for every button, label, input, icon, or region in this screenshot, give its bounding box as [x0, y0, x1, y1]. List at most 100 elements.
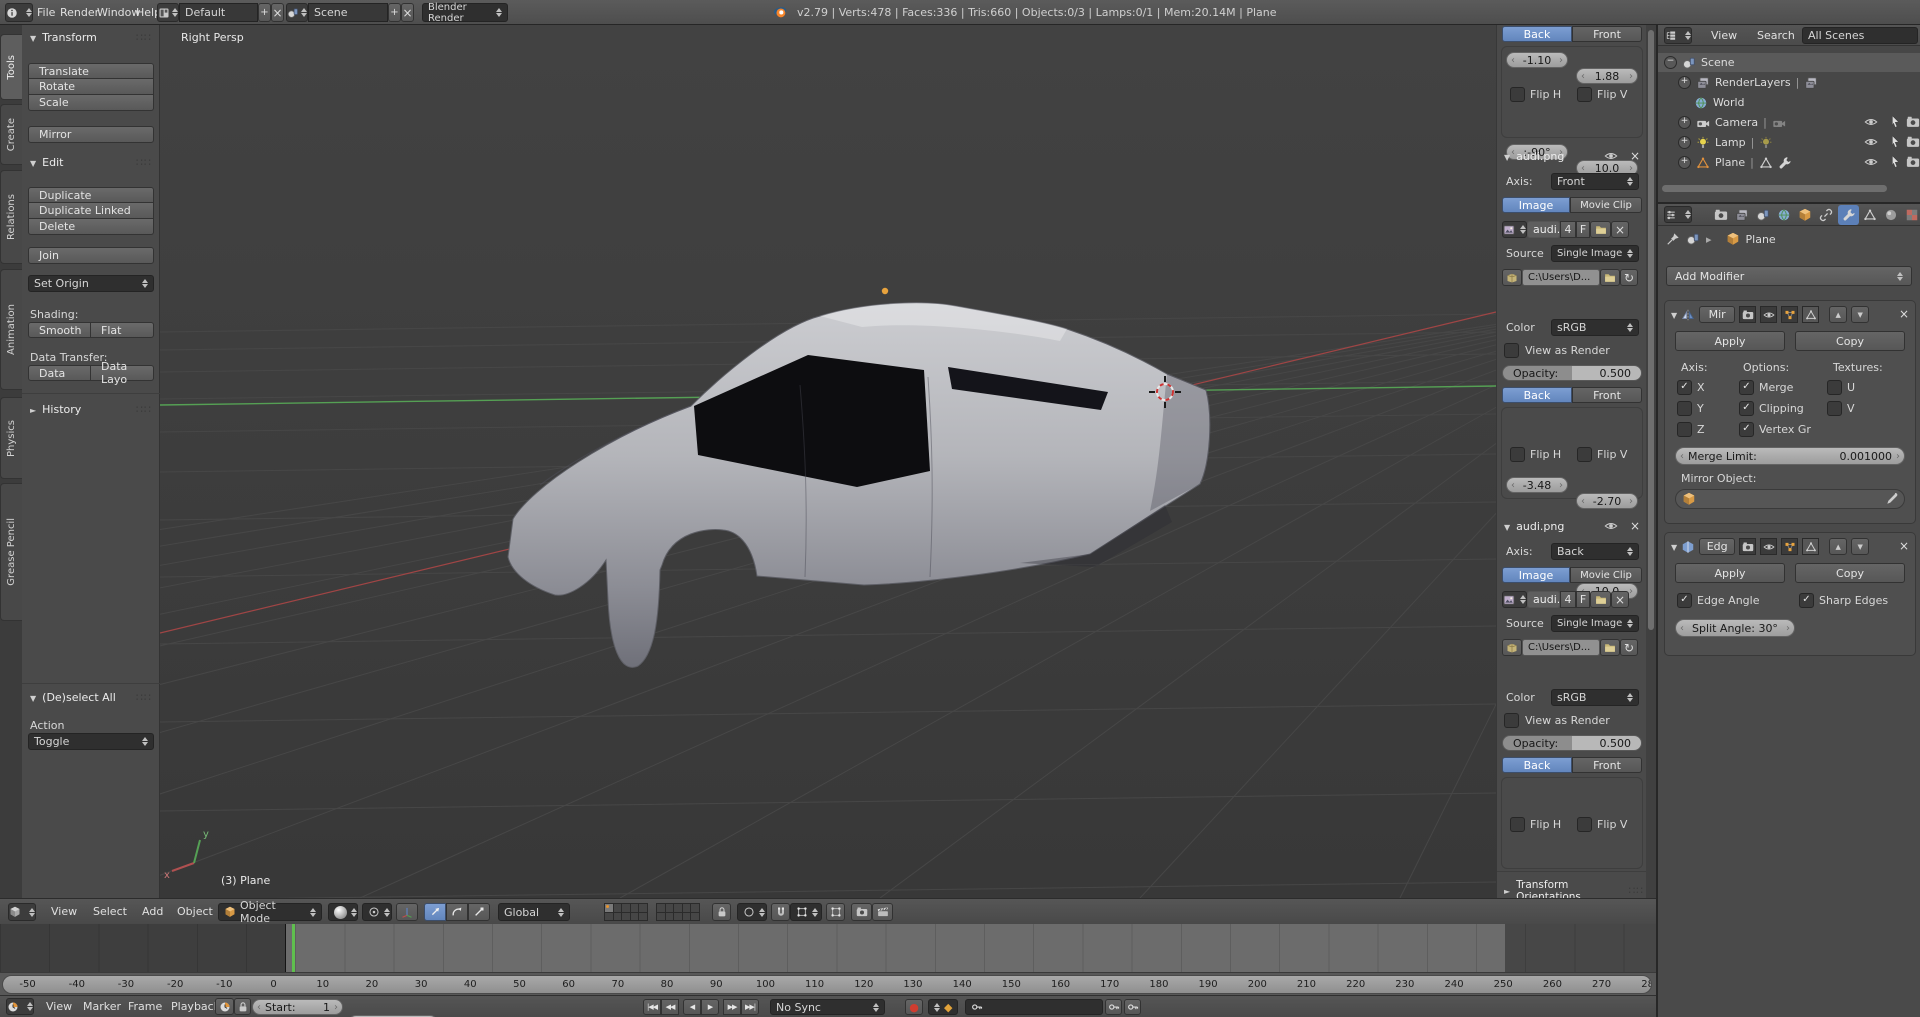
outliner-row-scene[interactable]: Scene	[1658, 53, 1920, 72]
move-down-button[interactable]	[1851, 538, 1870, 555]
timeline-strip[interactable]	[0, 924, 1656, 972]
tab-texture-icon[interactable]	[1905, 208, 1919, 222]
bgimg2-image-browse[interactable]	[1502, 591, 1527, 608]
bgimg2-axis-select[interactable]: Back	[1551, 543, 1639, 560]
checkbox[interactable]	[1677, 422, 1692, 437]
timeline-scrollbar[interactable]: -50 -40 -30 -20 -10 0 10 20 30 40 50 60 70 80 90 100 110…	[2, 975, 1652, 994]
bgimg2-colorspace-select[interactable]: sRGB	[1551, 689, 1639, 706]
bgimg1-front-button[interactable]: Front	[1572, 387, 1642, 403]
mirror-apply-button[interactable]: Apply	[1675, 331, 1785, 351]
bgimg1-back-button[interactable]: Back	[1502, 387, 1572, 403]
checkbox[interactable]	[1577, 817, 1592, 832]
mode-select[interactable]: Object Mode	[218, 899, 322, 925]
menu-file[interactable]: File	[34, 0, 58, 25]
menu-view[interactable]: View	[48, 899, 80, 925]
outliner-row-plane[interactable]: Plane	[1658, 153, 1920, 172]
mirror-axis-z[interactable]: Z	[1677, 422, 1705, 437]
collapse-icon[interactable]	[1664, 56, 1677, 69]
eye-icon[interactable]	[1864, 155, 1878, 169]
bgimg2-reload-button[interactable]	[1620, 639, 1638, 656]
duplicate-linked-button[interactable]: Duplicate Linked	[28, 203, 154, 219]
mirror-clipping[interactable]: Clipping	[1739, 401, 1804, 416]
outliner-filter-select[interactable]: All Scenes	[1802, 27, 1918, 44]
bgimg2-unlink-button[interactable]	[1611, 591, 1629, 608]
menu-frame[interactable]: Frame	[125, 996, 165, 1017]
editor-type-button[interactable]	[1664, 206, 1692, 223]
menu-object[interactable]: Object	[174, 899, 216, 925]
pivot-select[interactable]	[362, 903, 392, 921]
checkbox[interactable]	[1504, 713, 1519, 728]
timeline-current-frame-line[interactable]	[292, 924, 295, 972]
eyedropper-icon[interactable]	[1884, 492, 1898, 506]
bgimg1-unlink-button[interactable]	[1611, 221, 1629, 238]
checkbox[interactable]	[1677, 401, 1692, 416]
layers-grid-1[interactable]	[604, 903, 648, 921]
bgimg2-image-tab[interactable]: Image	[1502, 567, 1570, 583]
tab-physics[interactable]: Physics	[0, 397, 22, 479]
snap-grid-button[interactable]	[826, 903, 845, 921]
manipulator-rotate-button[interactable]	[446, 903, 468, 921]
bgimg2-browse-path-button[interactable]	[1600, 639, 1620, 656]
mirror-texture-v[interactable]: V	[1827, 401, 1855, 416]
bgimg2-datablock-name[interactable]: audi.	[1527, 591, 1560, 608]
record-button[interactable]	[905, 999, 923, 1015]
checkbox[interactable]	[1504, 343, 1519, 358]
opengl-render-anim-button[interactable]	[872, 903, 893, 921]
menu-marker[interactable]: Marker	[80, 996, 124, 1017]
join-button[interactable]: Join	[28, 247, 154, 264]
layout-browse-button[interactable]	[157, 3, 179, 22]
panel-history-header[interactable]: History	[30, 403, 152, 416]
editor-type-button[interactable]	[1664, 27, 1692, 44]
lock-time-button[interactable]	[234, 998, 251, 1015]
bgimg1-view-as-render[interactable]: View as Render	[1504, 343, 1610, 358]
scene-name-field[interactable]: Scene	[308, 3, 388, 22]
tab-world-icon[interactable]	[1777, 208, 1791, 222]
checkbox[interactable]	[1677, 593, 1692, 608]
collapse-icon[interactable]	[1671, 308, 1677, 321]
cursor-icon[interactable]	[1888, 155, 1902, 169]
layout-name-field[interactable]: Default	[179, 3, 258, 22]
checkbox[interactable]	[1577, 87, 1592, 102]
rotate-button[interactable]: Rotate	[28, 79, 154, 95]
duplicate-button[interactable]: Duplicate	[28, 187, 154, 203]
delete-button[interactable]: Delete	[28, 219, 154, 235]
bgimg2-header[interactable]: audi.png	[1504, 519, 1640, 533]
car-model[interactable]	[507, 302, 1211, 668]
checkbox[interactable]	[1827, 380, 1842, 395]
delete-modifier-icon[interactable]	[1899, 540, 1909, 553]
tab-grease-pencil[interactable]: Grease Pencil	[0, 483, 22, 621]
edgesplit-apply-button[interactable]: Apply	[1675, 563, 1785, 583]
panel-edit-header[interactable]: Edit	[30, 156, 152, 169]
menu-search[interactable]: Search	[1754, 25, 1798, 46]
checkbox[interactable]	[1827, 401, 1842, 416]
bgimg2-front-button[interactable]: Front	[1572, 757, 1642, 773]
bgimg1-axis-select[interactable]: Front	[1551, 173, 1639, 190]
menu-view[interactable]: View	[1708, 25, 1740, 46]
manipulator-scale-button[interactable]	[468, 903, 490, 921]
bgimg1-reload-button[interactable]	[1620, 269, 1638, 286]
sharp-edges-checkbox[interactable]: Sharp Edges	[1799, 593, 1888, 608]
play-button[interactable]	[701, 999, 719, 1015]
render-toggle[interactable]	[1739, 306, 1757, 323]
outliner-row-renderlayers[interactable]: RenderLayers	[1658, 73, 1920, 92]
n-panel-scrollbar[interactable]	[1648, 30, 1654, 630]
bgimg2-source-select[interactable]: Single Image	[1551, 615, 1639, 632]
sync-select[interactable]: No Sync	[770, 999, 885, 1015]
checkbox[interactable]	[1799, 593, 1814, 608]
bgimg-top-fliph[interactable]: Flip H	[1510, 87, 1561, 102]
tab-object-icon[interactable]	[1798, 208, 1812, 222]
bgimg1-datablock-name[interactable]: audi.	[1527, 221, 1560, 238]
mirror-axis-y[interactable]: Y	[1677, 401, 1704, 416]
bgimg2-opacity-slider[interactable]: Opacity: 0.500	[1502, 735, 1642, 751]
lock-to-scene-button[interactable]	[712, 903, 731, 921]
bgimg1-header[interactable]: audi.png	[1504, 149, 1640, 163]
checkbox[interactable]	[1677, 380, 1692, 395]
active-keying-set-field[interactable]	[965, 999, 1103, 1015]
cursor-icon[interactable]	[1888, 135, 1902, 149]
tab-material-icon[interactable]	[1884, 208, 1898, 222]
mirror-object-field[interactable]	[1675, 489, 1905, 509]
modifier-name-field[interactable]: Mir	[1699, 306, 1736, 323]
jump-to-end-button[interactable]	[741, 999, 759, 1015]
next-keyframe-button[interactable]	[723, 999, 741, 1015]
mirror-vertex-groups[interactable]: Vertex Gr	[1739, 422, 1811, 437]
